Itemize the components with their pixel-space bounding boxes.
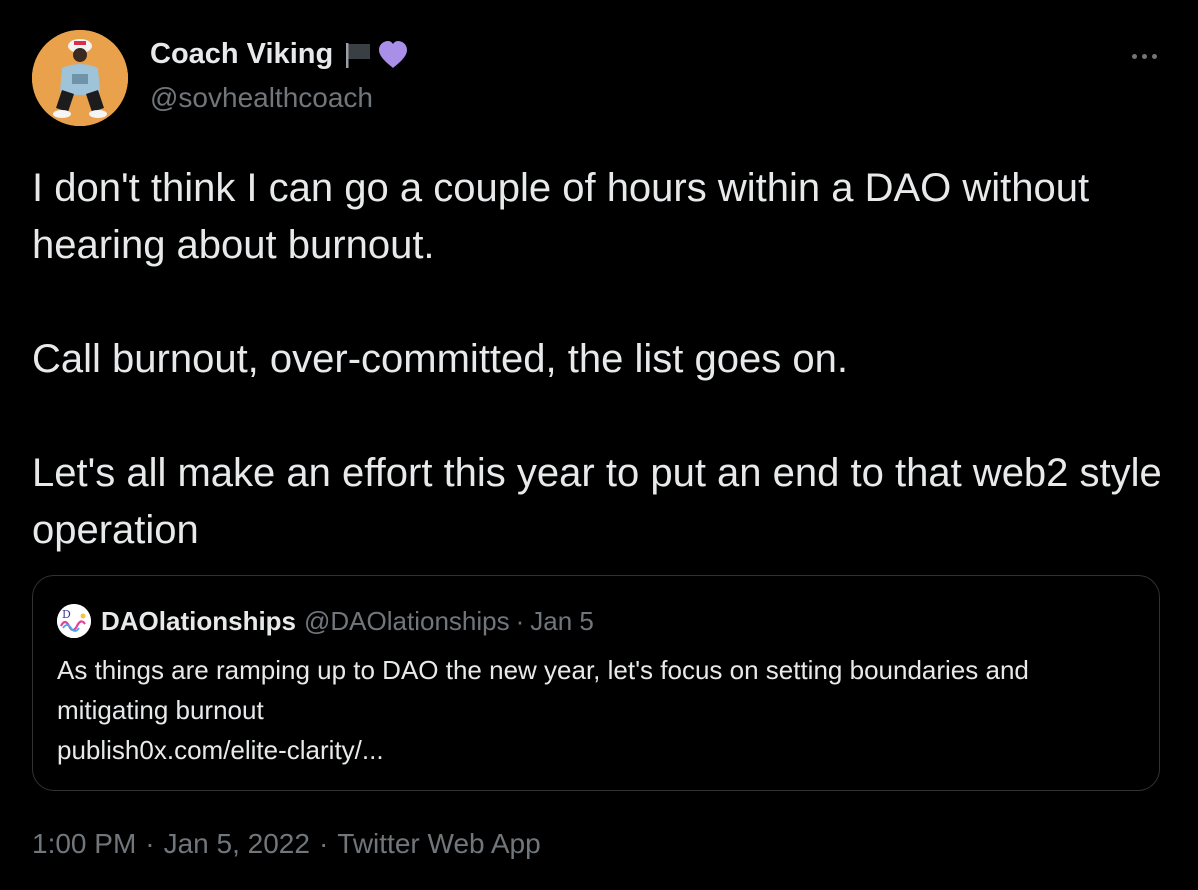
author-name[interactable]: Coach Viking bbox=[150, 38, 409, 71]
tweet-date[interactable]: Jan 5, 2022 bbox=[164, 828, 310, 860]
tweet-metadata: 1:00 PM · Jan 5, 2022 · Twitter Web App bbox=[32, 828, 541, 860]
tweet-paragraph: Call burnout, over-committed, the list g… bbox=[32, 337, 848, 381]
quoted-date: Jan 5 bbox=[530, 605, 594, 636]
more-dot bbox=[1141, 53, 1147, 59]
more-dot bbox=[1131, 53, 1137, 59]
quoted-tweet-body: As things are ramping up to DAO the new … bbox=[57, 650, 1137, 770]
svg-text:D: D bbox=[62, 608, 71, 621]
avatar-photo bbox=[32, 30, 128, 126]
quoted-tweet-text: As things are ramping up to DAO the new … bbox=[57, 655, 1029, 725]
tweet-time[interactable]: 1:00 PM bbox=[32, 828, 136, 860]
tweet-paragraph: I don't think I can go a couple of hours… bbox=[32, 166, 1090, 267]
quoted-tweet-card[interactable]: D DAOlationships @DAOlationships · Jan 5… bbox=[32, 575, 1160, 791]
tweet-paragraph: Let's all make an effort this year to pu… bbox=[32, 451, 1162, 552]
meta-separator: · bbox=[318, 828, 329, 859]
quoted-tweet-header: D DAOlationships @DAOlationships · Jan 5 bbox=[57, 604, 594, 638]
author-name-text: Coach Viking bbox=[150, 38, 334, 70]
name-emoji-group bbox=[343, 40, 409, 70]
quoted-separator: · bbox=[515, 605, 525, 636]
purple-heart-icon bbox=[379, 40, 408, 68]
more-horizontal-icon[interactable] bbox=[1122, 44, 1166, 68]
black-flag-icon bbox=[346, 42, 371, 68]
tweet-detail: Coach Viking @sovhealthcoach I don't thi… bbox=[0, 0, 1198, 890]
daolationships-logo-icon: D bbox=[57, 604, 91, 638]
tweet-source[interactable]: Twitter Web App bbox=[337, 828, 540, 860]
quoted-tweet-link[interactable]: publish0x.com/elite-clarity/... bbox=[57, 730, 1137, 770]
meta-separator: · bbox=[145, 828, 155, 859]
more-dot bbox=[1151, 53, 1157, 59]
author-avatar[interactable] bbox=[32, 30, 128, 126]
author-handle[interactable]: @sovhealthcoach bbox=[150, 82, 373, 114]
quoted-author-handle: @DAOlationships bbox=[304, 605, 510, 636]
quoted-author-name: DAOlationships bbox=[101, 605, 297, 636]
tweet-text: I don't think I can go a couple of hours… bbox=[32, 160, 1162, 559]
quoted-author-avatar: D bbox=[57, 604, 91, 638]
